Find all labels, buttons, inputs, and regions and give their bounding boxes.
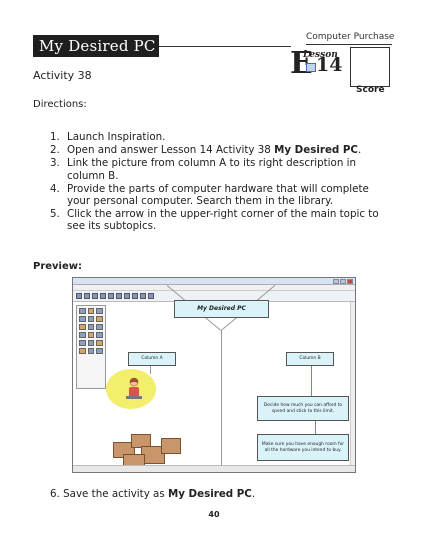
title-rule xyxy=(159,46,291,47)
green-link-line xyxy=(315,421,316,434)
note-node-room: Make sure you have enough room for all t… xyxy=(257,434,349,461)
step-text: Provide the parts of computer hardware t… xyxy=(67,182,369,208)
symbol-library-panel xyxy=(76,305,106,389)
symbol-icon xyxy=(79,348,86,354)
green-link-line xyxy=(311,366,312,396)
lesson-badge: E Lesson 14 xyxy=(290,47,350,83)
step-item: 3. Link the picture from column A to its… xyxy=(50,157,395,181)
symbol-icon xyxy=(79,332,86,338)
maximize-icon xyxy=(340,279,346,284)
step-item: 5. Click the arrow in the upper-right co… xyxy=(50,208,395,232)
note-node-budget: Decide how much you can afford to spend … xyxy=(257,396,349,421)
step-number: 5. xyxy=(50,208,60,221)
symbol-icon xyxy=(96,348,103,354)
toolbar-icon xyxy=(84,293,90,299)
symbol-icon xyxy=(96,340,103,346)
column-a-node: Column A xyxy=(128,352,176,366)
step-text: Click the arrow in the upper-right corne… xyxy=(67,208,379,233)
lesson-number: 14 xyxy=(316,54,343,76)
symbol-icon xyxy=(96,308,103,314)
page-number: 40 xyxy=(208,510,220,519)
symbol-icon xyxy=(79,340,86,346)
step-text: Launch Inspiration. xyxy=(67,131,166,143)
step-text: Open and answer Lesson 14 Activity 38 My… xyxy=(67,144,361,156)
step-item: 2. Open and answer Lesson 14 Activity 38… xyxy=(50,144,395,156)
step-text: Link the picture from column A to its ri… xyxy=(67,157,357,182)
person-clipart-icon xyxy=(126,377,142,399)
toolbar-icon xyxy=(148,293,154,299)
main-topic-node: My Desired PC xyxy=(174,300,269,318)
symbol-icon xyxy=(96,316,103,322)
step-text-part: Open and answer Lesson 14 Activity 38 xyxy=(67,144,275,157)
close-icon xyxy=(347,279,353,284)
symbol-icon xyxy=(87,308,95,314)
vertical-scrollbar xyxy=(350,302,355,465)
step-item: 1. Launch Inspiration. xyxy=(50,131,395,143)
symbol-icon xyxy=(87,324,95,330)
step-bold-text: My Desired PC xyxy=(168,488,252,500)
symbol-icon xyxy=(87,340,95,346)
connector-line xyxy=(150,366,151,374)
symbol-icon xyxy=(87,332,95,338)
box-shape xyxy=(161,438,181,454)
toolbar-icon xyxy=(116,293,122,299)
window-controls xyxy=(333,279,353,284)
symbol-icon xyxy=(79,316,86,322)
symbol-icon xyxy=(87,348,95,354)
score-box xyxy=(350,47,390,87)
score-label: Score xyxy=(356,85,385,95)
directions-label: Directions: xyxy=(33,99,87,110)
toolbar-icon xyxy=(100,293,106,299)
symbol-icon xyxy=(96,332,103,338)
toolbar-icon xyxy=(124,293,130,299)
step-number: 4. xyxy=(50,182,60,195)
step-item-save: 6. Save the activity as My Desired PC. xyxy=(50,488,255,500)
symbol-icon xyxy=(79,324,86,330)
unit-rule xyxy=(306,44,392,45)
step-text: Save the activity as xyxy=(63,488,169,500)
toolbar-icon xyxy=(92,293,98,299)
step-text-end: . xyxy=(358,144,362,157)
status-bar xyxy=(73,465,355,472)
activity-label: Activity 38 xyxy=(33,69,92,82)
preview-screenshot: My Desired PC Column A Column B Decide h… xyxy=(72,277,356,473)
window-titlebar xyxy=(73,278,355,285)
symbol-icon xyxy=(79,308,86,314)
step-bold-text: My Desired PC xyxy=(274,144,358,157)
step-number: 6. xyxy=(50,488,60,500)
minimize-icon xyxy=(333,279,339,284)
toolbar-icon xyxy=(108,293,114,299)
toolbar-icon xyxy=(132,293,138,299)
symbol-icon xyxy=(87,316,95,322)
column-b-node: Column B xyxy=(286,352,334,366)
preview-label: Preview: xyxy=(33,261,83,272)
page-title: My Desired PC xyxy=(33,35,159,57)
toolbar-icon xyxy=(76,293,82,299)
steps-list: 1. Launch Inspiration. 2. Open and answe… xyxy=(50,131,395,234)
step-number: 1. xyxy=(50,131,60,143)
computer-icon xyxy=(306,63,316,72)
step-number: 3. xyxy=(50,157,60,170)
symbol-icon xyxy=(96,324,103,330)
step-text-end: . xyxy=(251,488,256,500)
step-number: 2. xyxy=(50,144,60,157)
unit-title: Computer Purchase xyxy=(306,32,395,42)
step-item: 4. Provide the parts of computer hardwar… xyxy=(50,183,395,207)
connector-line xyxy=(221,330,222,466)
toolbar-icon xyxy=(140,293,146,299)
